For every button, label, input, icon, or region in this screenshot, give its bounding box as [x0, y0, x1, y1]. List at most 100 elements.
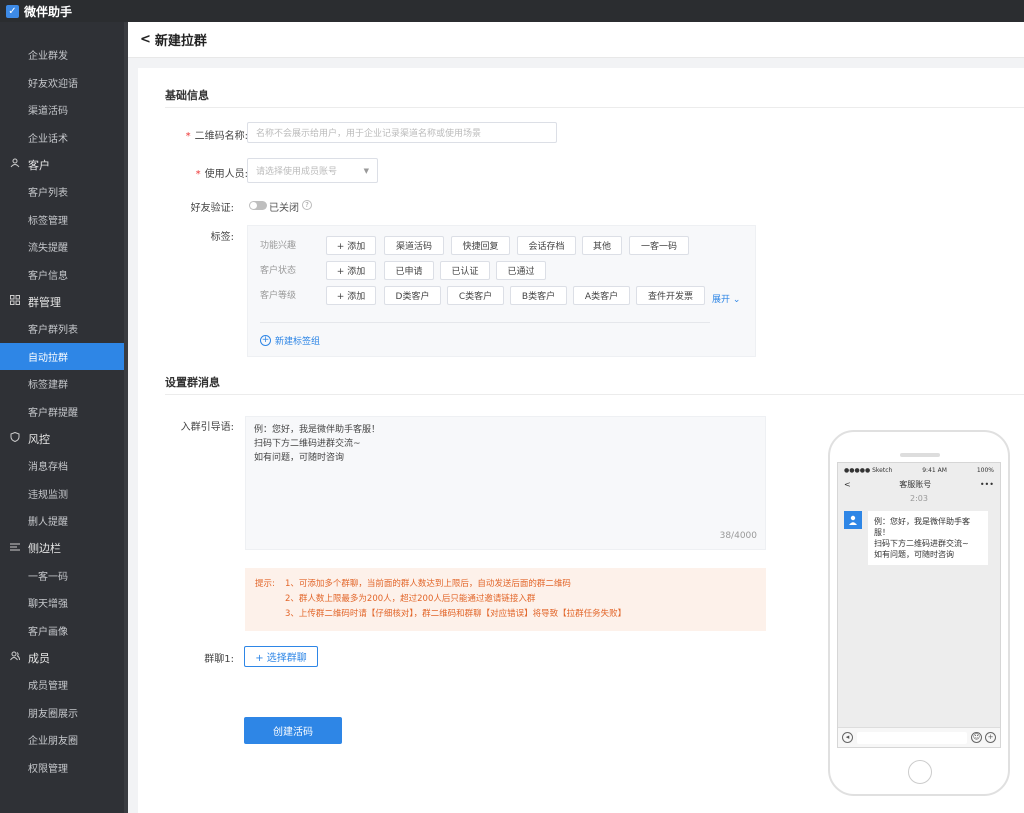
qr-name-label: * 二维码名称: — [185, 131, 248, 142]
sidebar-item-welcome[interactable]: 好友欢迎语 — [0, 69, 126, 97]
sidebar-item-moments-show[interactable]: 朋友圈展示 — [0, 699, 126, 727]
phone-preview: ●●●●● Sketch 9:41 AM 100% < 客服账号 ••• 2:0… — [828, 430, 1010, 796]
tag-chip[interactable]: B类客户 — [510, 286, 567, 305]
sidebar-group-group-manage[interactable]: 群管理 — [0, 288, 126, 315]
guide-label: 入群引导语: — [180, 422, 234, 433]
section-divider — [165, 107, 1024, 108]
verify-toggle[interactable] — [249, 201, 267, 210]
sidebar-item-auto-pull[interactable]: 自动拉群 — [0, 342, 126, 370]
sidebar-item-group-alert[interactable]: 客户群提醒 — [0, 398, 126, 426]
tag-chip[interactable]: 已认证 — [440, 261, 490, 280]
back-icon[interactable]: < — [844, 480, 851, 489]
tag-chip[interactable]: 会话存档 — [517, 236, 576, 255]
new-tag-group-label: 新建标签组 — [275, 337, 321, 347]
app-header: ✓ 微伴助手 — [0, 0, 1024, 22]
more-icon[interactable]: ••• — [980, 480, 994, 489]
chat-bubble: 例：您好，我是微伴助手客服！ 扫码下方二维码进群交流~ 如有问题，可随时咨询 — [868, 511, 988, 565]
tag-row-label: 功能兴趣 — [260, 241, 297, 251]
tag-chip[interactable]: 一客一码 — [629, 236, 689, 255]
guide-line: 如有问题，可随时咨询 — [254, 453, 345, 463]
sidebar-item-channel-code[interactable]: 渠道活码 — [0, 96, 126, 124]
sidebar-item-chat-enhance[interactable]: 聊天增强 — [0, 589, 126, 617]
carrier-text: ●●●●● Sketch — [844, 466, 893, 474]
person-icon — [8, 158, 22, 171]
sidebar-group-sidebar[interactable]: 侧边栏 — [0, 535, 126, 562]
status-bar: ●●●●● Sketch 9:41 AM 100% — [838, 463, 1000, 477]
bubble-line: 例：您好，我是微伴助手客服！ — [874, 517, 970, 537]
sidebar-group-label: 风控 — [28, 432, 50, 446]
page-header: < 新建拉群 — [128, 22, 1024, 58]
expand-link[interactable]: 展开 ⌄ — [712, 292, 740, 305]
sidebar-item-tag-manage[interactable]: 标签管理 — [0, 206, 126, 234]
sidebar-item-member-manage[interactable]: 成员管理 — [0, 671, 126, 699]
new-tag-group-button[interactable]: + 新建标签组 — [260, 334, 320, 347]
shield-icon — [8, 431, 22, 445]
add-tag-button[interactable]: + 添加 — [326, 286, 376, 305]
list-icon — [8, 542, 22, 555]
tip-line: 3、上传群二维码时请【仔细核对】，群二维码和群聊【对应错误】将导致【拉群任务失败… — [285, 609, 627, 619]
select-group-button[interactable]: + 选择群聊 — [244, 646, 318, 667]
sidebar-group-label: 群管理 — [28, 295, 61, 309]
section-title-basic: 基础信息 — [165, 89, 209, 102]
phone-screen: ●●●●● Sketch 9:41 AM 100% < 客服账号 ••• 2:0… — [837, 462, 1001, 748]
tag-chip[interactable]: 其他 — [582, 236, 622, 255]
sidebar-item-scripts[interactable]: 企业话术 — [0, 124, 126, 152]
sidebar-item-one-code[interactable]: 一客一码 — [0, 562, 126, 590]
sidebar-item-violation[interactable]: 违规监测 — [0, 480, 126, 508]
sidebar-group-customer[interactable]: 客户 — [0, 151, 126, 178]
sidebar-group-label: 成员 — [28, 651, 50, 665]
tip-line: 2、群人数上限最多为200人，超过200人后只能通过邀请链接入群 — [285, 594, 536, 604]
section-title-message: 设置群消息 — [165, 376, 220, 389]
chat-time: 2:03 — [910, 494, 928, 503]
tag-chip[interactable]: 渠道活码 — [384, 236, 444, 255]
guide-line: 例：您好，我是微伴助手客服！ — [254, 425, 381, 435]
chat-input[interactable] — [857, 731, 967, 744]
add-tag-button[interactable]: + 添加 — [326, 261, 376, 280]
sidebar-item-group-list[interactable]: 客户群列表 — [0, 315, 126, 343]
section-divider — [165, 394, 1024, 395]
qr-name-input[interactable]: 名称不会展示给用户，用于企业记录渠道名称或使用场景 — [247, 122, 557, 143]
tag-chip[interactable]: 已通过 — [496, 261, 546, 280]
help-icon[interactable]: ? — [302, 200, 312, 210]
voice-icon[interactable]: ◂ — [842, 732, 853, 743]
battery-text: 100% — [976, 466, 994, 474]
verify-label: 好友验证: — [190, 203, 234, 214]
add-tag-button[interactable]: + 添加 — [326, 236, 376, 255]
sidebar-item-customer-info[interactable]: 客户信息 — [0, 261, 126, 289]
back-icon[interactable]: < — [140, 32, 151, 47]
tag-chip[interactable]: 查件开发票 — [636, 286, 705, 305]
user-select[interactable]: 请选择使用成员账号 ▼ — [247, 158, 378, 183]
tag-chip[interactable]: 快捷回复 — [451, 236, 510, 255]
sidebar-group-risk[interactable]: 风控 — [0, 425, 126, 452]
tips-label: 提示: — [255, 579, 275, 589]
sidebar-item-tag-group[interactable]: 标签建群 — [0, 370, 126, 398]
sidebar-item-customer-list[interactable]: 客户列表 — [0, 178, 126, 206]
tag-chip[interactable]: D类客户 — [384, 286, 441, 305]
tag-chip[interactable]: 已申请 — [384, 261, 434, 280]
sidebar-item-corp-moments[interactable]: 企业朋友圈 — [0, 726, 126, 754]
guide-textarea[interactable]: 例：您好，我是微伴助手客服！ 扫码下方二维码进群交流~ 如有问题，可随时咨询 3… — [245, 416, 766, 550]
bubble-line: 如有问题，可随时咨询 — [874, 550, 954, 559]
sidebar-item-msg-archive[interactable]: 消息存档 — [0, 452, 126, 480]
tag-chip[interactable]: A类客户 — [573, 286, 630, 305]
sidebar-item-mass-send[interactable]: 企业群发 — [0, 41, 126, 69]
avatar — [844, 511, 862, 529]
char-counter: 38/4000 — [719, 531, 757, 541]
emoji-icon[interactable]: ☺ — [971, 732, 982, 743]
tag-panel: 功能兴趣 + 添加 渠道活码 快捷回复 会话存档 其他 一客一码 客户状态 + … — [247, 225, 756, 357]
create-code-button[interactable]: 创建活码 — [244, 717, 342, 744]
plus-icon[interactable]: + — [985, 732, 996, 743]
sidebar-item-permissions[interactable]: 权限管理 — [0, 754, 126, 782]
app-logo-icon: ✓ — [6, 4, 19, 18]
sidebar-item-churn-alert[interactable]: 流失提醒 — [0, 233, 126, 261]
tag-chip[interactable]: C类客户 — [447, 286, 504, 305]
chat-message: 例：您好，我是微伴助手客服！ 扫码下方二维码进群交流~ 如有问题，可随时咨询 — [838, 503, 1000, 573]
home-button — [908, 760, 932, 784]
tags-label: 标签: — [210, 232, 234, 243]
sidebar-group-members[interactable]: 成员 — [0, 644, 126, 671]
user-select-placeholder: 请选择使用成员账号 — [256, 167, 338, 177]
group-label: 群聊1: — [204, 654, 234, 665]
sidebar-item-profile[interactable]: 客户画像 — [0, 617, 126, 645]
sidebar-item-delete-alert[interactable]: 删人提醒 — [0, 507, 126, 535]
page-title: 新建拉群 — [154, 34, 207, 49]
